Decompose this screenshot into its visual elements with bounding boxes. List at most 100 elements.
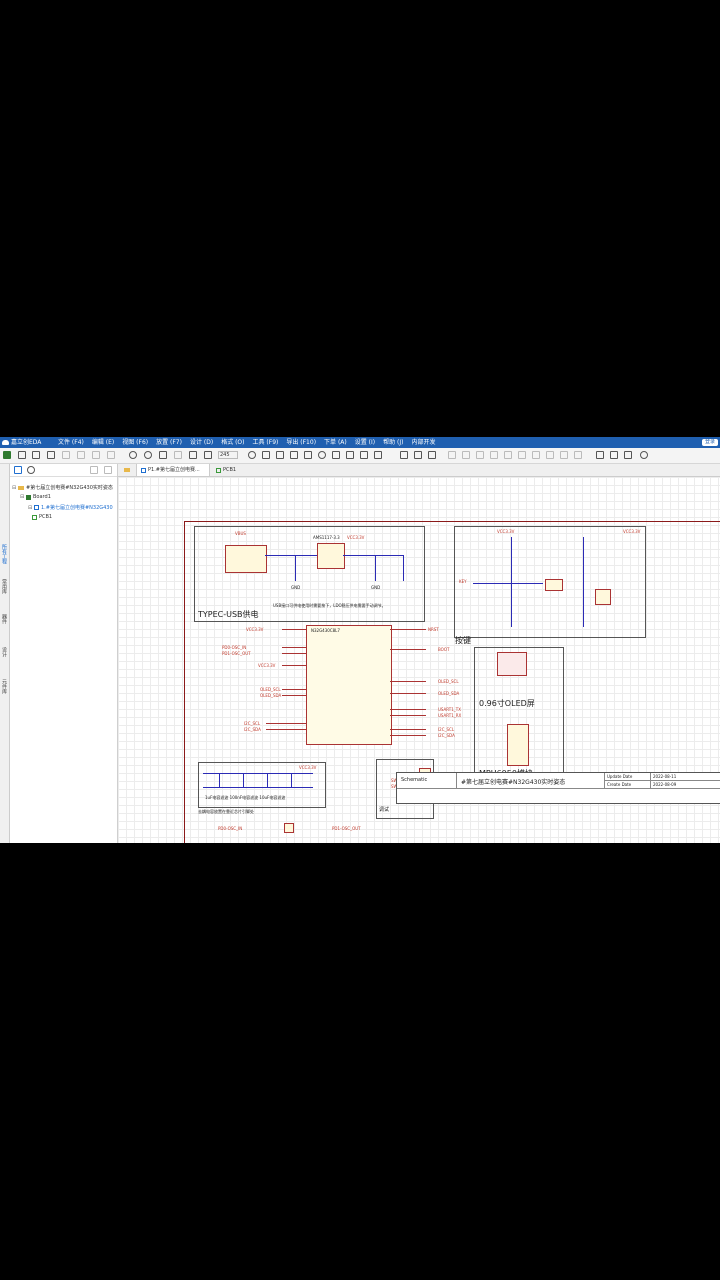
wire-icon[interactable] (290, 451, 298, 459)
tree-board-row[interactable]: ⊟ Board1 (20, 494, 51, 500)
search-icon[interactable] (27, 466, 35, 474)
align-right-icon[interactable] (462, 451, 470, 459)
board-icon (26, 494, 31, 500)
bring-front-icon[interactable] (428, 451, 436, 459)
netport-icon[interactable] (360, 451, 368, 459)
align-center-h-icon[interactable] (504, 451, 512, 459)
menu-file[interactable]: 文件 (F4) (58, 437, 84, 448)
tab-all-projects[interactable]: 所有工程 (1, 544, 8, 564)
home-icon[interactable] (3, 451, 11, 459)
tab-pcb[interactable]: PCB1 (212, 464, 252, 476)
netlabel-icon[interactable] (346, 451, 354, 459)
rectangle-icon[interactable] (332, 451, 340, 459)
sheet-title: #第七届立创电赛#N32G430实时姿态 (461, 779, 566, 786)
menu-format[interactable]: 格式 (O) (221, 437, 244, 448)
align-left-icon[interactable] (448, 451, 456, 459)
vbus-label: VBUS (235, 531, 246, 536)
title-block-cell: #第七届立创电赛#N32G430实时姿态 (457, 773, 605, 789)
expand-icon[interactable] (104, 466, 112, 474)
menu-order[interactable]: 下单 (A) (324, 437, 347, 448)
schematic-canvas[interactable]: AMS1117-3.3 VBUS VCC3.3V GND GND TYPEC-U… (118, 477, 720, 843)
fit-view-icon[interactable] (159, 451, 167, 459)
align-bottom-icon[interactable] (490, 451, 498, 459)
tab-pcb-label: PCB1 (223, 467, 237, 473)
netlist-icon[interactable] (610, 451, 618, 459)
crystal-in-port: PD0-OSC_IN (218, 826, 243, 831)
tab-components[interactable]: 器件 (1, 614, 8, 624)
caps-vcc: VCC3.3V (299, 765, 317, 770)
wire (265, 555, 317, 556)
new-file-icon[interactable] (18, 451, 26, 459)
tab-common-library[interactable]: 常用库 (1, 579, 8, 594)
gnd-label: GND (371, 585, 381, 590)
tree-pcb-row[interactable]: PCB1 (32, 514, 52, 520)
align-top-icon[interactable] (476, 451, 484, 459)
space-v-icon[interactable] (546, 451, 554, 459)
crystal (284, 823, 294, 833)
open-folder-icon[interactable] (32, 451, 40, 459)
tree-project-row[interactable]: ⊟ #第七届立创电赛#N32G430实时姿态 (12, 484, 113, 492)
circle-icon[interactable] (318, 451, 326, 459)
wire (291, 773, 292, 787)
pin-wire (390, 649, 426, 650)
user-button[interactable]: 登录 (701, 439, 718, 446)
tab-schematic[interactable]: P1.#第七届立创电赛... (136, 464, 210, 476)
menu-view[interactable]: 视图 (F6) (122, 437, 148, 448)
align-center-v-icon[interactable] (518, 451, 526, 459)
menu-internal[interactable]: 内部开发 (411, 437, 435, 448)
grid-icon[interactable] (189, 451, 197, 459)
rotate-icon[interactable] (248, 451, 256, 459)
nrst-net: NRST (428, 627, 439, 632)
start-page-tab[interactable] (120, 464, 134, 476)
settings-icon[interactable] (640, 451, 648, 459)
title-block-cell: 2022-08-11 (651, 773, 720, 781)
align-icon[interactable] (400, 451, 408, 459)
bus-icon[interactable] (304, 451, 312, 459)
distribute-icon[interactable] (414, 451, 422, 459)
zoom-in-icon[interactable] (129, 451, 137, 459)
decoupling-block: VCC3.3V 1uF电容滤波 100nF电容滤波 10uF电容滤波 (198, 762, 326, 808)
wire (403, 555, 404, 581)
zoom-out-icon[interactable] (144, 451, 152, 459)
mirror-icon[interactable] (262, 451, 270, 459)
menu-tools[interactable]: 工具 (F9) (253, 437, 279, 448)
menu-place[interactable]: 放置 (F7) (156, 437, 182, 448)
space-h-icon[interactable] (532, 451, 540, 459)
tab-design[interactable]: 设计 (1, 647, 8, 657)
pin-icon[interactable] (276, 451, 284, 459)
ungroup-icon[interactable] (574, 451, 582, 459)
fit-selection-icon[interactable] (174, 451, 182, 459)
board-name: Board1 (33, 494, 51, 500)
pcb-name: PCB1 (39, 514, 53, 520)
uart-tx-port: USART1_TX (438, 707, 461, 712)
crystal-out-label: PD1-OSC_OUT (222, 651, 251, 656)
menu-export[interactable]: 导出 (F10) (286, 437, 316, 448)
drc-icon[interactable] (624, 451, 632, 459)
tab-library[interactable]: 元件库 (1, 679, 8, 694)
debug-title: 调试 (379, 807, 390, 813)
group-icon[interactable] (560, 451, 568, 459)
save-icon[interactable] (47, 451, 55, 459)
snap-icon[interactable] (204, 451, 212, 459)
menu-edit[interactable]: 编辑 (E) (92, 437, 114, 448)
copy-icon[interactable] (107, 451, 115, 459)
redo-icon[interactable] (77, 451, 85, 459)
title-block-cell: Create Date (605, 781, 651, 789)
tree-schematic-row[interactable]: ⊟ 1.#第七届立创电赛#N32G430 (28, 504, 113, 512)
app-name: 嘉立创EDA (11, 439, 42, 446)
filter-icon[interactable] (14, 466, 22, 474)
collapse-icon[interactable] (90, 466, 98, 474)
wire (243, 773, 244, 787)
main-menu: 文件 (F4) 编辑 (E) 视图 (F6) 放置 (F7) 设计 (D) 格式… (58, 437, 435, 448)
zoom-select[interactable]: 245 (218, 451, 238, 459)
cut-icon[interactable] (92, 451, 100, 459)
undo-icon[interactable] (62, 451, 70, 459)
vcc-label-key: VCC3.3V (497, 529, 515, 534)
menu-settings[interactable]: 设置 (I) (355, 437, 375, 448)
menu-design[interactable]: 设计 (D) (190, 437, 213, 448)
menu-help[interactable]: 帮助 (J) (383, 437, 403, 448)
text-icon[interactable] (374, 451, 382, 459)
pin-wire (282, 689, 306, 690)
caps-note: 去耦电容放置在靠近芯片引脚处 (198, 809, 254, 814)
bom-icon[interactable] (596, 451, 604, 459)
